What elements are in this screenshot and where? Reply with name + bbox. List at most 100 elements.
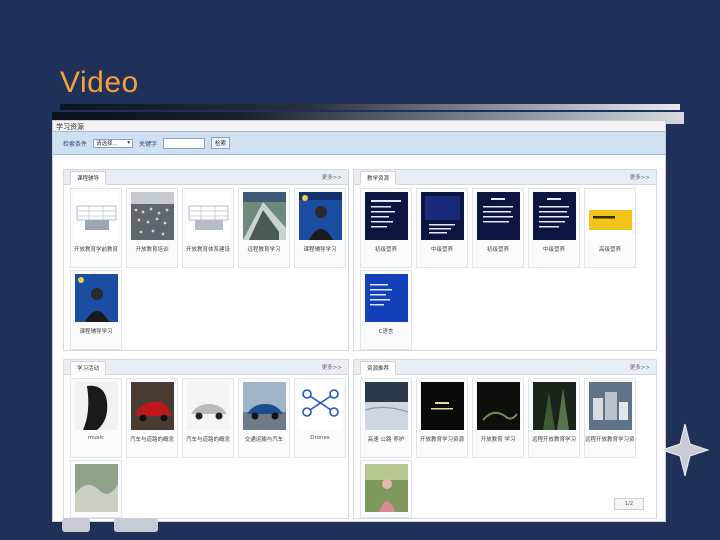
tile-caption: Drones xyxy=(310,435,330,441)
panel-recommended: 资源推荐 更多>> 高速 公路 养护 开放教育学习资源 开放教育 学习 远程开放… xyxy=(353,359,657,519)
panel-header: 课程辅导 更多>> xyxy=(64,170,348,185)
slide-thumbnail xyxy=(365,192,408,240)
keyword-label: 关键字 xyxy=(139,140,158,148)
video-tile[interactable]: 课程辅导学习 xyxy=(294,188,346,268)
bottom-decoration xyxy=(62,518,158,532)
portal-screenshot: 学习资源 检索条件 请选择... ▾ 关键字 检索 课程辅导 更多>> 开放教育… xyxy=(52,120,666,522)
category-select[interactable]: 请选择... ▾ xyxy=(93,138,134,148)
tile-caption: 中级营养 xyxy=(542,247,565,253)
dark-text-thumbnail xyxy=(421,382,464,430)
tab-teaching[interactable]: 教学资源 xyxy=(360,171,397,185)
video-tile[interactable]: 开放教育 学习 xyxy=(472,378,524,458)
panel-header: 学习活动 更多>> xyxy=(64,360,348,375)
tile-caption: 开放教育体系建设 xyxy=(185,247,230,253)
video-tile[interactable]: 中级营养 xyxy=(416,188,468,268)
video-tile[interactable]: 开放教育学前教育 xyxy=(70,188,122,268)
video-tile[interactable]: 汽车与道路的概念 xyxy=(126,378,178,458)
tile-caption: 开放教育 学习 xyxy=(480,437,516,443)
star-decoration-icon xyxy=(660,423,710,477)
slide-thumbnail xyxy=(533,192,576,240)
tile-caption: 课程辅导学习 xyxy=(303,247,337,253)
video-tile[interactable]: 课程辅导学习 xyxy=(70,270,122,350)
tile-caption: 中级营养 xyxy=(430,247,453,253)
tile-caption: 汽车与道路的概念 xyxy=(185,437,230,443)
pagination[interactable]: 1/2 xyxy=(614,498,644,510)
tile-caption: 远程开放教育学习资源 xyxy=(585,437,635,443)
video-tile[interactable]: C语言 xyxy=(360,270,412,350)
panel-header: 教学资源 更多>> xyxy=(354,170,656,185)
landscape-thumbnail xyxy=(75,464,118,512)
chevron-down-icon: ▾ xyxy=(127,140,131,146)
video-tile[interactable] xyxy=(70,460,122,518)
slide-title: Video xyxy=(60,66,139,99)
video-tile[interactable]: 远程教育学习 xyxy=(238,188,290,268)
table-thumbnail xyxy=(75,192,118,240)
more-link[interactable]: 更多>> xyxy=(630,173,650,181)
tile-caption: 开放教育学前教育 xyxy=(73,247,118,253)
car-thumbnail xyxy=(187,382,230,430)
forest-thumbnail xyxy=(533,382,576,430)
table-thumbnail xyxy=(187,192,230,240)
tile-caption: 远程教育学习 xyxy=(247,247,281,253)
video-tile[interactable]: 远程开放教育学习 xyxy=(528,378,580,458)
night-thumbnail xyxy=(477,382,520,430)
video-tile[interactable]: 开放教育体系建设 xyxy=(182,188,234,268)
drone-thumbnail xyxy=(299,382,342,430)
tile-caption: music xyxy=(87,435,105,441)
panel-header: 资源推荐 更多>> xyxy=(354,360,656,375)
tile-caption: C语言 xyxy=(378,329,394,335)
search-label: 检索条件 xyxy=(63,140,88,148)
snow-thumbnail xyxy=(365,382,408,430)
more-link[interactable]: 更多>> xyxy=(322,363,342,371)
person-field-thumbnail xyxy=(365,464,408,512)
video-tile[interactable]: music xyxy=(70,378,122,458)
slide-thumbnail xyxy=(421,192,464,240)
tile-caption: 初级营养 xyxy=(374,247,397,253)
tile-caption: 开放教育学习资源 xyxy=(419,437,464,443)
tab-activities[interactable]: 学习活动 xyxy=(70,361,107,375)
more-link[interactable]: 更多>> xyxy=(630,363,650,371)
crowd-thumbnail xyxy=(131,192,174,240)
city-thumbnail xyxy=(589,382,632,430)
panel-teaching: 教学资源 更多>> 初级营养 中级营养 初级营养 中级营养 高级营养 C语言 xyxy=(353,169,657,351)
car-thumbnail xyxy=(243,382,286,430)
video-tile[interactable]: 交通运输与汽车 xyxy=(238,378,290,458)
search-bar: 检索条件 请选择... ▾ 关键字 检索 xyxy=(53,131,665,155)
car-thumbnail xyxy=(131,382,174,430)
video-tile[interactable]: 高级营养 xyxy=(584,188,636,268)
tile-caption: 初级营养 xyxy=(486,247,509,253)
tab-recommended[interactable]: 资源推荐 xyxy=(360,361,397,375)
video-tile[interactable]: 开放教育学习资源 xyxy=(416,378,468,458)
tile-caption: 汽车与道路的概念 xyxy=(129,437,174,443)
video-tile[interactable]: Drones xyxy=(294,378,346,458)
building-thumbnail xyxy=(243,192,286,240)
portrait-thumbnail xyxy=(75,382,118,430)
video-tile[interactable]: 初级营养 xyxy=(360,188,412,268)
presenter-thumbnail xyxy=(75,274,118,322)
tile-caption: 远程开放教育学习 xyxy=(531,437,576,443)
tile-caption: 课程辅导学习 xyxy=(79,329,113,335)
panel-course: 课程辅导 更多>> 开放教育学前教育 开放教育培训 开放教育体系建设 远程教育学… xyxy=(63,169,349,351)
slide-thumbnail xyxy=(365,274,408,322)
more-link[interactable]: 更多>> xyxy=(322,173,342,181)
keyword-input[interactable] xyxy=(163,137,206,149)
video-tile[interactable]: 开放教育培训 xyxy=(126,188,178,268)
portal-header: 学习资源 xyxy=(53,121,665,131)
tile-caption: 交通运输与汽车 xyxy=(244,437,284,443)
tile-caption: 开放教育培训 xyxy=(135,247,169,253)
video-tile[interactable]: 汽车与道路的概念 xyxy=(182,378,234,458)
title-rule xyxy=(60,104,680,110)
tile-caption: 高速 公路 养护 xyxy=(367,437,405,443)
video-tile[interactable] xyxy=(360,460,412,518)
video-tile[interactable]: 远程开放教育学习资源 xyxy=(584,378,636,458)
category-select-value: 请选择... xyxy=(96,141,118,147)
video-tile[interactable]: 高速 公路 养护 xyxy=(360,378,412,458)
slide-thumbnail xyxy=(589,192,632,240)
video-tile[interactable]: 中级营养 xyxy=(528,188,580,268)
panel-activities: 学习活动 更多>> music 汽车与道路的概念 汽车与道路的概念 交通运输与汽… xyxy=(63,359,349,519)
search-button[interactable]: 检索 xyxy=(211,137,231,149)
tile-caption: 高级营养 xyxy=(598,247,621,253)
video-tile[interactable]: 初级营养 xyxy=(472,188,524,268)
presenter-thumbnail xyxy=(299,192,342,240)
tab-course[interactable]: 课程辅导 xyxy=(70,171,107,185)
